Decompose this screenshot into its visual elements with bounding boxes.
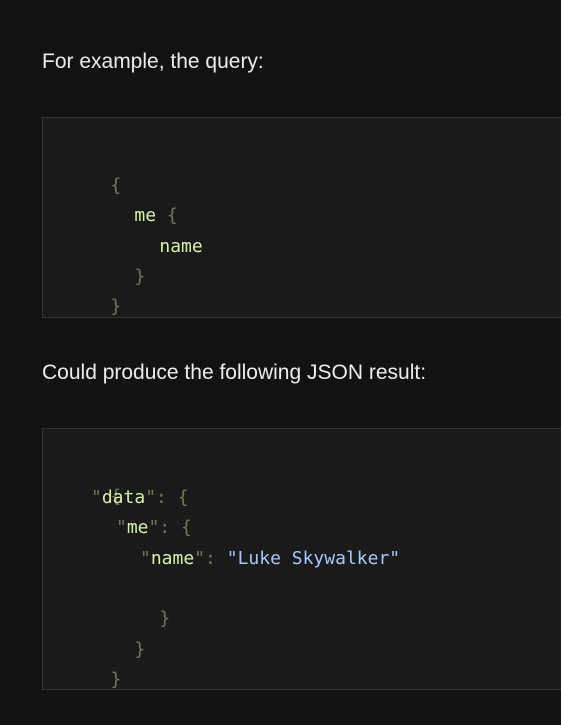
code-line: } [67, 635, 121, 690]
code-field: name [150, 548, 195, 569]
query-code-block: { me { name } } [42, 117, 561, 318]
code-punctuation: " [116, 517, 127, 538]
code-line: me { [91, 171, 177, 226]
code-field: name [159, 236, 203, 257]
code-punctuation: " [145, 487, 157, 508]
code-punctuation: " [91, 487, 102, 508]
code-line: { [67, 452, 121, 507]
code-punctuation: " [140, 548, 151, 569]
code-line: } [91, 605, 145, 660]
code-punctuation: } [134, 639, 146, 660]
code-punctuation: " [148, 517, 160, 538]
code-punctuation: } [159, 608, 171, 629]
code-punctuation: : { [159, 517, 192, 538]
intro-paragraph: For example, the query: [42, 50, 264, 73]
code-line: } [116, 574, 170, 629]
code-line: name [116, 202, 202, 257]
code-field: data [101, 487, 146, 508]
code-string: "Luke Skywalker" [226, 548, 401, 569]
code-punctuation: } [110, 669, 122, 690]
code-punctuation: } [134, 266, 146, 287]
code-punctuation: : [205, 548, 227, 569]
code-line: "data": { [91, 483, 189, 513]
code-field: me [126, 517, 149, 538]
result-paragraph: Could produce the following JSON result: [42, 361, 427, 384]
result-code-block: { "data": { "me": { "name": "Luke Skywal… [42, 428, 561, 690]
code-line: "name": "Luke Skywalker" [140, 544, 400, 574]
code-line: } [67, 262, 121, 317]
code-punctuation: : { [156, 487, 189, 508]
code-punctuation: } [110, 296, 122, 317]
code-line: { [67, 141, 121, 196]
code-line: } [91, 232, 145, 287]
code-punctuation: " [194, 548, 206, 569]
code-line: "me": { [116, 513, 192, 543]
